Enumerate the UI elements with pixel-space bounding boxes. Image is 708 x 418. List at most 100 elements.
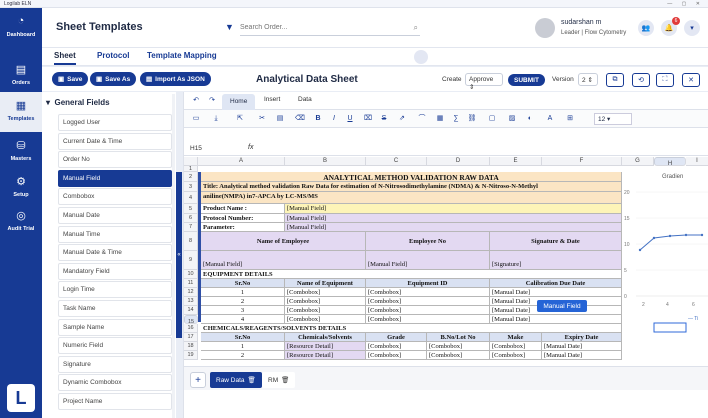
field-item[interactable]: Numeric Field (58, 337, 172, 355)
signature-value[interactable]: [Signature] (490, 251, 622, 270)
equipment-cell[interactable]: [Combobox] (366, 315, 490, 324)
nav-orders[interactable]: ▤ Orders (0, 60, 42, 87)
equipment-cell[interactable]: [Manual Date] (490, 315, 622, 324)
product-name-label[interactable]: Product Name : (201, 204, 285, 214)
chemicals-col-header[interactable]: Sr.No (201, 333, 285, 342)
row-header[interactable]: 17 (184, 333, 198, 342)
chemicals-col-header[interactable]: Grade (366, 333, 427, 342)
col-header[interactable]: G (622, 157, 654, 166)
image-icon[interactable]: ▨ (506, 113, 518, 125)
equipment-cell[interactable]: [Combobox] (285, 306, 366, 315)
tab-sheet[interactable]: Sheet (54, 51, 76, 65)
row-header[interactable]: 11 (184, 279, 198, 288)
team-icon[interactable]: 👥 (638, 20, 654, 36)
row-header[interactable]: 5 (184, 204, 198, 214)
row-header[interactable]: 14 (184, 306, 198, 315)
cell-reference[interactable]: H15 (190, 145, 202, 152)
protocol-number-label[interactable]: Protocol Number: (201, 214, 285, 223)
cut-icon[interactable]: ✂ (256, 113, 268, 125)
font-color-icon[interactable]: A (544, 113, 556, 125)
chemicals-cell[interactable]: [Combobox] (427, 351, 490, 360)
protocol-number-value[interactable]: [Manual Field] (285, 214, 622, 223)
row-header[interactable]: 9 (184, 251, 198, 270)
strikethrough-icon[interactable]: S (378, 113, 390, 125)
equipment-cell[interactable]: [Combobox] (285, 315, 366, 324)
formula-bar[interactable]: H15 fx (184, 142, 708, 156)
equipment-cell[interactable]: [Combobox] (366, 297, 490, 306)
row-header[interactable]: 4 (184, 192, 198, 204)
col-header[interactable]: A (198, 157, 285, 166)
equipment-cell[interactable]: 3 (201, 306, 285, 315)
field-item[interactable]: Mandatory Field (58, 262, 172, 280)
row-header[interactable]: 6 (184, 214, 198, 223)
field-item[interactable]: Combobox (58, 188, 172, 206)
field-item[interactable]: Project Name (58, 392, 172, 410)
chemicals-col-header[interactable]: B.No/Lot No (427, 333, 490, 342)
search-icon[interactable]: ⌕ (414, 23, 418, 33)
row-header[interactable]: 8 (184, 232, 198, 251)
chemicals-cell[interactable]: [Resource Detail] (285, 351, 366, 360)
comment-icon[interactable]: ▢ (486, 113, 498, 125)
equipment-cell[interactable]: [Combobox] (285, 288, 366, 297)
row-header[interactable]: 18 (184, 342, 198, 351)
equipment-col-header[interactable]: Sr.No (201, 279, 285, 288)
chemicals-heading[interactable]: CHEMICALS/REAGENTS/SOLVENTS DETAILS (201, 324, 622, 333)
close-icon[interactable]: ✕ (682, 73, 700, 87)
font-size-select[interactable]: 12 ▾ (594, 113, 632, 125)
nav-setup[interactable]: ⚙ Setup (0, 172, 42, 199)
equipment-details-heading[interactable]: EQUIPMENT DETAILS (201, 270, 622, 279)
tab-protocol[interactable]: Protocol (97, 51, 129, 63)
new-icon[interactable]: ▭ (190, 113, 202, 125)
tab-template-mapping[interactable]: Template Mapping (147, 51, 217, 63)
sheet-tab-raw-data[interactable]: Raw Data 🗑 (210, 372, 262, 388)
chemicals-col-header[interactable]: Chemicals/Solvents (285, 333, 366, 342)
external-link-icon[interactable]: ⇗ (396, 113, 408, 125)
row-header[interactable]: 19 (184, 351, 198, 360)
parameter-label[interactable]: Parameter: (201, 223, 285, 232)
field-item[interactable]: Signature (58, 355, 172, 373)
collapse-panel-handle[interactable]: « (176, 172, 182, 338)
field-item[interactable]: Login Time (58, 281, 172, 299)
field-item[interactable]: Manual Date & Time (58, 244, 172, 262)
import-json-button[interactable]: ▤ Import As JSON (140, 72, 211, 86)
equipment-cell[interactable]: [Combobox] (285, 297, 366, 306)
save-as-button[interactable]: ▣ Save As (90, 72, 137, 86)
search-input[interactable] (240, 20, 400, 31)
nav-dashboard[interactable]: ◔ Dashboard (0, 12, 42, 38)
parameter-value[interactable]: [Manual Field] (285, 223, 622, 232)
row-header[interactable]: 16 (184, 324, 198, 333)
equipment-cell[interactable]: 4 (201, 315, 285, 324)
equipment-cell[interactable]: [Combobox] (366, 306, 490, 315)
chemicals-col-header[interactable]: Make (490, 333, 542, 342)
tab-home[interactable]: Home (222, 94, 256, 110)
download-icon[interactable]: ⤓ (210, 113, 222, 125)
general-fields-heading[interactable]: ▾ General Fields (46, 98, 110, 107)
borders-icon[interactable]: ⊞ (564, 113, 576, 125)
row-header[interactable]: 3 (184, 182, 198, 192)
chemicals-cell[interactable]: 1 (201, 342, 285, 351)
bold-icon[interactable]: B (312, 113, 324, 125)
notification-bell-icon[interactable]: 🔔 6 (661, 17, 680, 36)
blank-circle-button[interactable] (414, 50, 428, 64)
col-header[interactable]: E (490, 157, 542, 166)
sum-icon[interactable]: ∑ (450, 113, 462, 125)
equipment-cell[interactable]: 2 (201, 297, 285, 306)
col-header[interactable]: F (542, 157, 622, 166)
chemicals-cell[interactable]: [Combobox] (366, 342, 427, 351)
sheet-heading[interactable]: ANALYTICAL METHOD VALIDATION RAW DATA (201, 172, 622, 182)
field-item[interactable]: Manual Time (58, 225, 172, 243)
paste-icon[interactable]: ▤ (274, 113, 286, 125)
chemicals-cell[interactable]: [Manual Date] (542, 351, 622, 360)
signature-date-header[interactable]: Signature & Date (490, 232, 622, 251)
select-icon[interactable]: ⇱ (234, 113, 246, 125)
chemicals-cell[interactable]: [Resource Detail] (285, 342, 366, 351)
sheet-tab-rm[interactable]: RM 🗑 (262, 372, 296, 388)
selected-cell-h15[interactable] (653, 322, 687, 333)
row-header[interactable]: 12 (184, 288, 198, 297)
save-button[interactable]: ▣ Save (52, 72, 89, 86)
italic-icon[interactable]: I (328, 113, 340, 125)
field-item[interactable]: Current Date & Time (58, 132, 172, 150)
equipment-cell[interactable]: [Combobox] (366, 288, 490, 297)
undo-icon[interactable]: ↶ (190, 95, 202, 107)
col-header[interactable]: B (285, 157, 366, 166)
